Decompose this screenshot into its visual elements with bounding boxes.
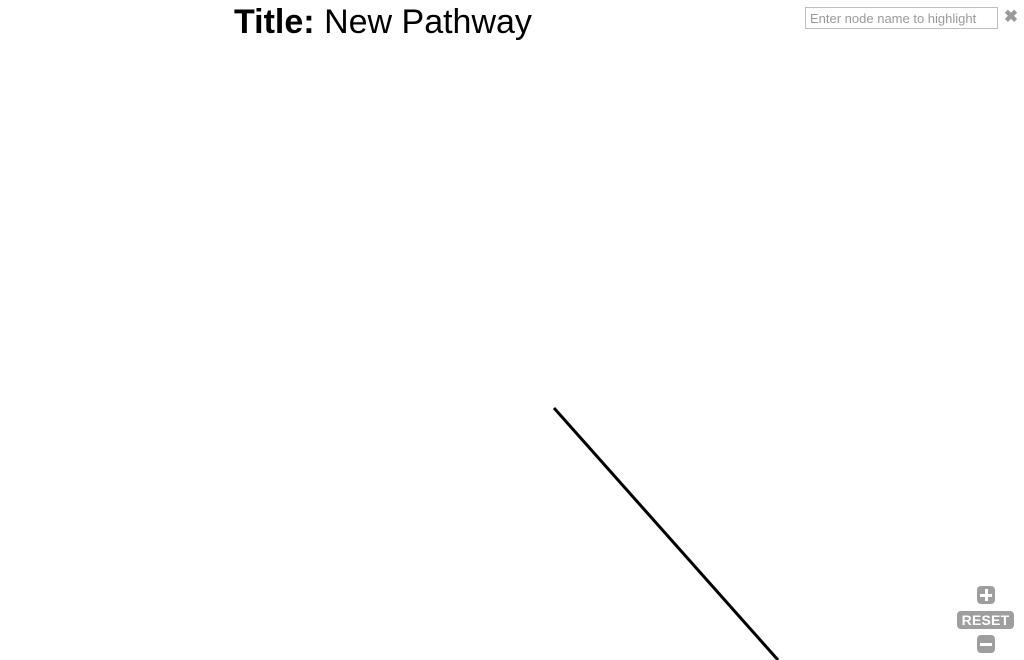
zoom-in-button[interactable] (977, 586, 995, 604)
close-icon[interactable]: ✖ (1003, 8, 1019, 26)
zoom-out-button[interactable] (977, 635, 995, 653)
search-input[interactable] (805, 7, 998, 29)
pathway-edge[interactable] (552, 407, 780, 660)
search-box (805, 7, 998, 29)
pathway-diagram[interactable] (0, 0, 1024, 660)
title-label: Title: (234, 3, 315, 41)
minus-icon (980, 642, 992, 646)
reset-button[interactable]: RESET (957, 611, 1014, 629)
pathway-canvas[interactable]: Title: New Pathway ✖ RESET (0, 0, 1024, 660)
title-value: New Pathway (324, 3, 532, 41)
page-title: Title: New Pathway (234, 2, 532, 42)
